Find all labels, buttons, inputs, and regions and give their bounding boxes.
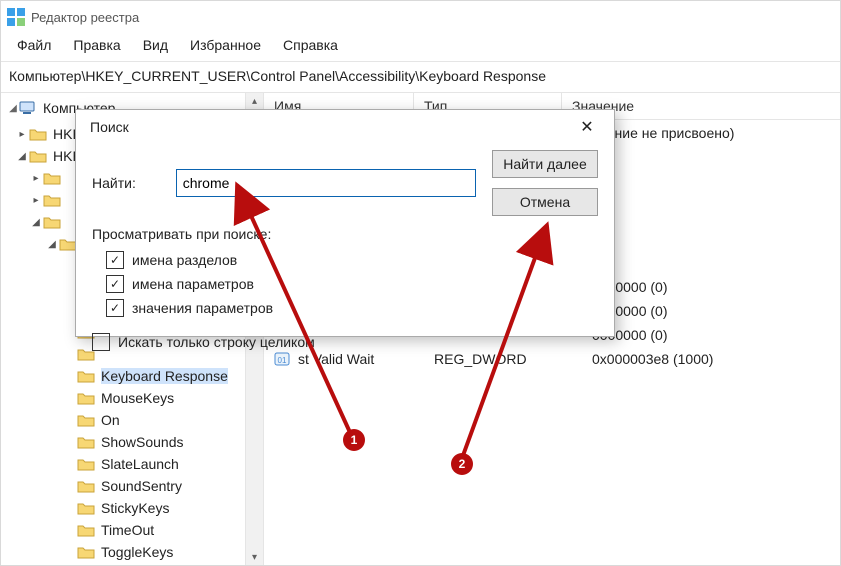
dialog-titlebar: Поиск ✕ [76,110,614,144]
folder-icon [77,435,95,449]
tree-node[interactable]: · SoundSentry [1,475,263,497]
tree-label: SoundSentry [101,478,182,494]
expand-icon[interactable]: ▸ [29,195,43,206]
tree-label: MouseKeys [101,390,174,406]
scroll-down-icon[interactable]: ▾ [246,549,263,566]
close-icon: ✕ [580,117,593,137]
menu-help[interactable]: Справка [273,35,348,55]
folder-icon [77,479,95,493]
find-dialog: Поиск ✕ Найти: Найти далее Отмена Просма… [75,109,615,337]
menu-favorites[interactable]: Избранное [180,35,271,55]
cell-value: ачение не присвоено) [582,125,840,141]
computer-icon [19,101,37,115]
folder-icon [77,369,95,383]
expand-icon[interactable]: ▸ [15,129,29,140]
tree-label: TimeOut [101,522,154,538]
folder-icon [77,457,95,471]
expand-icon: · [63,437,77,448]
folder-icon [29,127,47,141]
dialog-title: Поиск [90,119,129,135]
find-next-button[interactable]: Найти далее [492,150,598,178]
chk-values-label: имена параметров [132,276,254,292]
expand-icon: · [63,503,77,514]
cancel-button[interactable]: Отмена [492,188,598,216]
regedit-icon [7,8,25,26]
tree-label: SlateLaunch [101,456,179,472]
cell-value: 0000000 (0) [582,279,840,295]
cell-value: 0000000 (0) [582,327,840,343]
scroll-up-icon[interactable]: ▴ [246,93,263,110]
tree-node[interactable]: · StickyKeys [1,497,263,519]
menubar: Файл Правка Вид Избранное Справка [1,33,840,61]
chk-values-row[interactable]: ✓ имена параметров [92,272,598,296]
expand-icon: · [63,481,77,492]
menu-file[interactable]: Файл [7,35,61,55]
tree-label: On [101,412,120,428]
menu-edit[interactable]: Правка [63,35,130,55]
expand-icon[interactable]: ◢ [7,103,19,114]
window-title: Редактор реестра [31,10,139,25]
expand-icon: · [63,415,77,426]
chk-whole-row[interactable]: Искать только строку целиком [92,330,598,354]
expand-icon: · [63,547,77,558]
cell-value: 0x000003e8 (1000) [582,351,840,367]
tree-label: ShowSounds [101,434,184,450]
lookat-group-label: Просматривать при поиске: [92,226,598,242]
expand-icon[interactable]: ◢ [45,239,59,250]
regedit-window: Редактор реестра Файл Правка Вид Избранн… [0,0,841,566]
chk-keys-label: имена разделов [132,252,237,268]
cell-value: 0000000 (0) [582,303,840,319]
checkbox-icon[interactable] [92,333,110,351]
folder-icon [77,523,95,537]
tree-node[interactable]: · TimeOut [1,519,263,541]
find-input[interactable] [176,169,476,197]
tree-label: ToggleKeys [101,544,173,560]
cell-value: 0 [582,155,840,171]
folder-icon [43,215,61,229]
chk-data-row[interactable]: ✓ значения параметров [92,296,598,320]
expand-icon[interactable]: ◢ [29,217,43,228]
folder-icon [77,413,95,427]
folder-icon [29,149,47,163]
chk-data-label: значения параметров [132,300,273,316]
folder-icon [77,545,95,559]
folder-icon [43,193,61,207]
menu-view[interactable]: Вид [133,35,178,55]
find-label: Найти: [92,175,176,191]
titlebar: Редактор реестра [1,1,840,33]
tree-node[interactable]: · ShowSounds [1,431,263,453]
tree-node[interactable]: · SlateLaunch [1,453,263,475]
tree-node[interactable]: · On [1,409,263,431]
expand-icon: · [63,349,77,360]
tree-label: Keyboard Response [101,368,228,384]
close-button[interactable]: ✕ [568,114,606,140]
chk-keys-row[interactable]: ✓ имена разделов [92,248,598,272]
checkbox-icon[interactable]: ✓ [106,299,124,317]
expand-icon[interactable]: ▸ [29,173,43,184]
checkbox-icon[interactable]: ✓ [106,275,124,293]
expand-icon: · [63,459,77,470]
checkbox-icon[interactable]: ✓ [106,251,124,269]
expand-icon: · [63,525,77,536]
expand-icon: · [63,393,77,404]
expand-icon[interactable]: ◢ [15,151,29,162]
expand-icon: · [63,371,77,382]
address-bar[interactable]: Компьютер\HKEY_CURRENT_USER\Control Pane… [1,62,840,92]
tree-node[interactable]: · ToggleKeys [1,541,263,563]
folder-icon [43,171,61,185]
tree-label: StickyKeys [101,500,169,516]
chk-whole-label: Искать только строку целиком [118,334,315,350]
tree-node[interactable]: · MouseKeys [1,387,263,409]
tree-node[interactable]: · Keyboard Response [1,365,263,387]
folder-icon [77,391,95,405]
folder-icon [77,501,95,515]
